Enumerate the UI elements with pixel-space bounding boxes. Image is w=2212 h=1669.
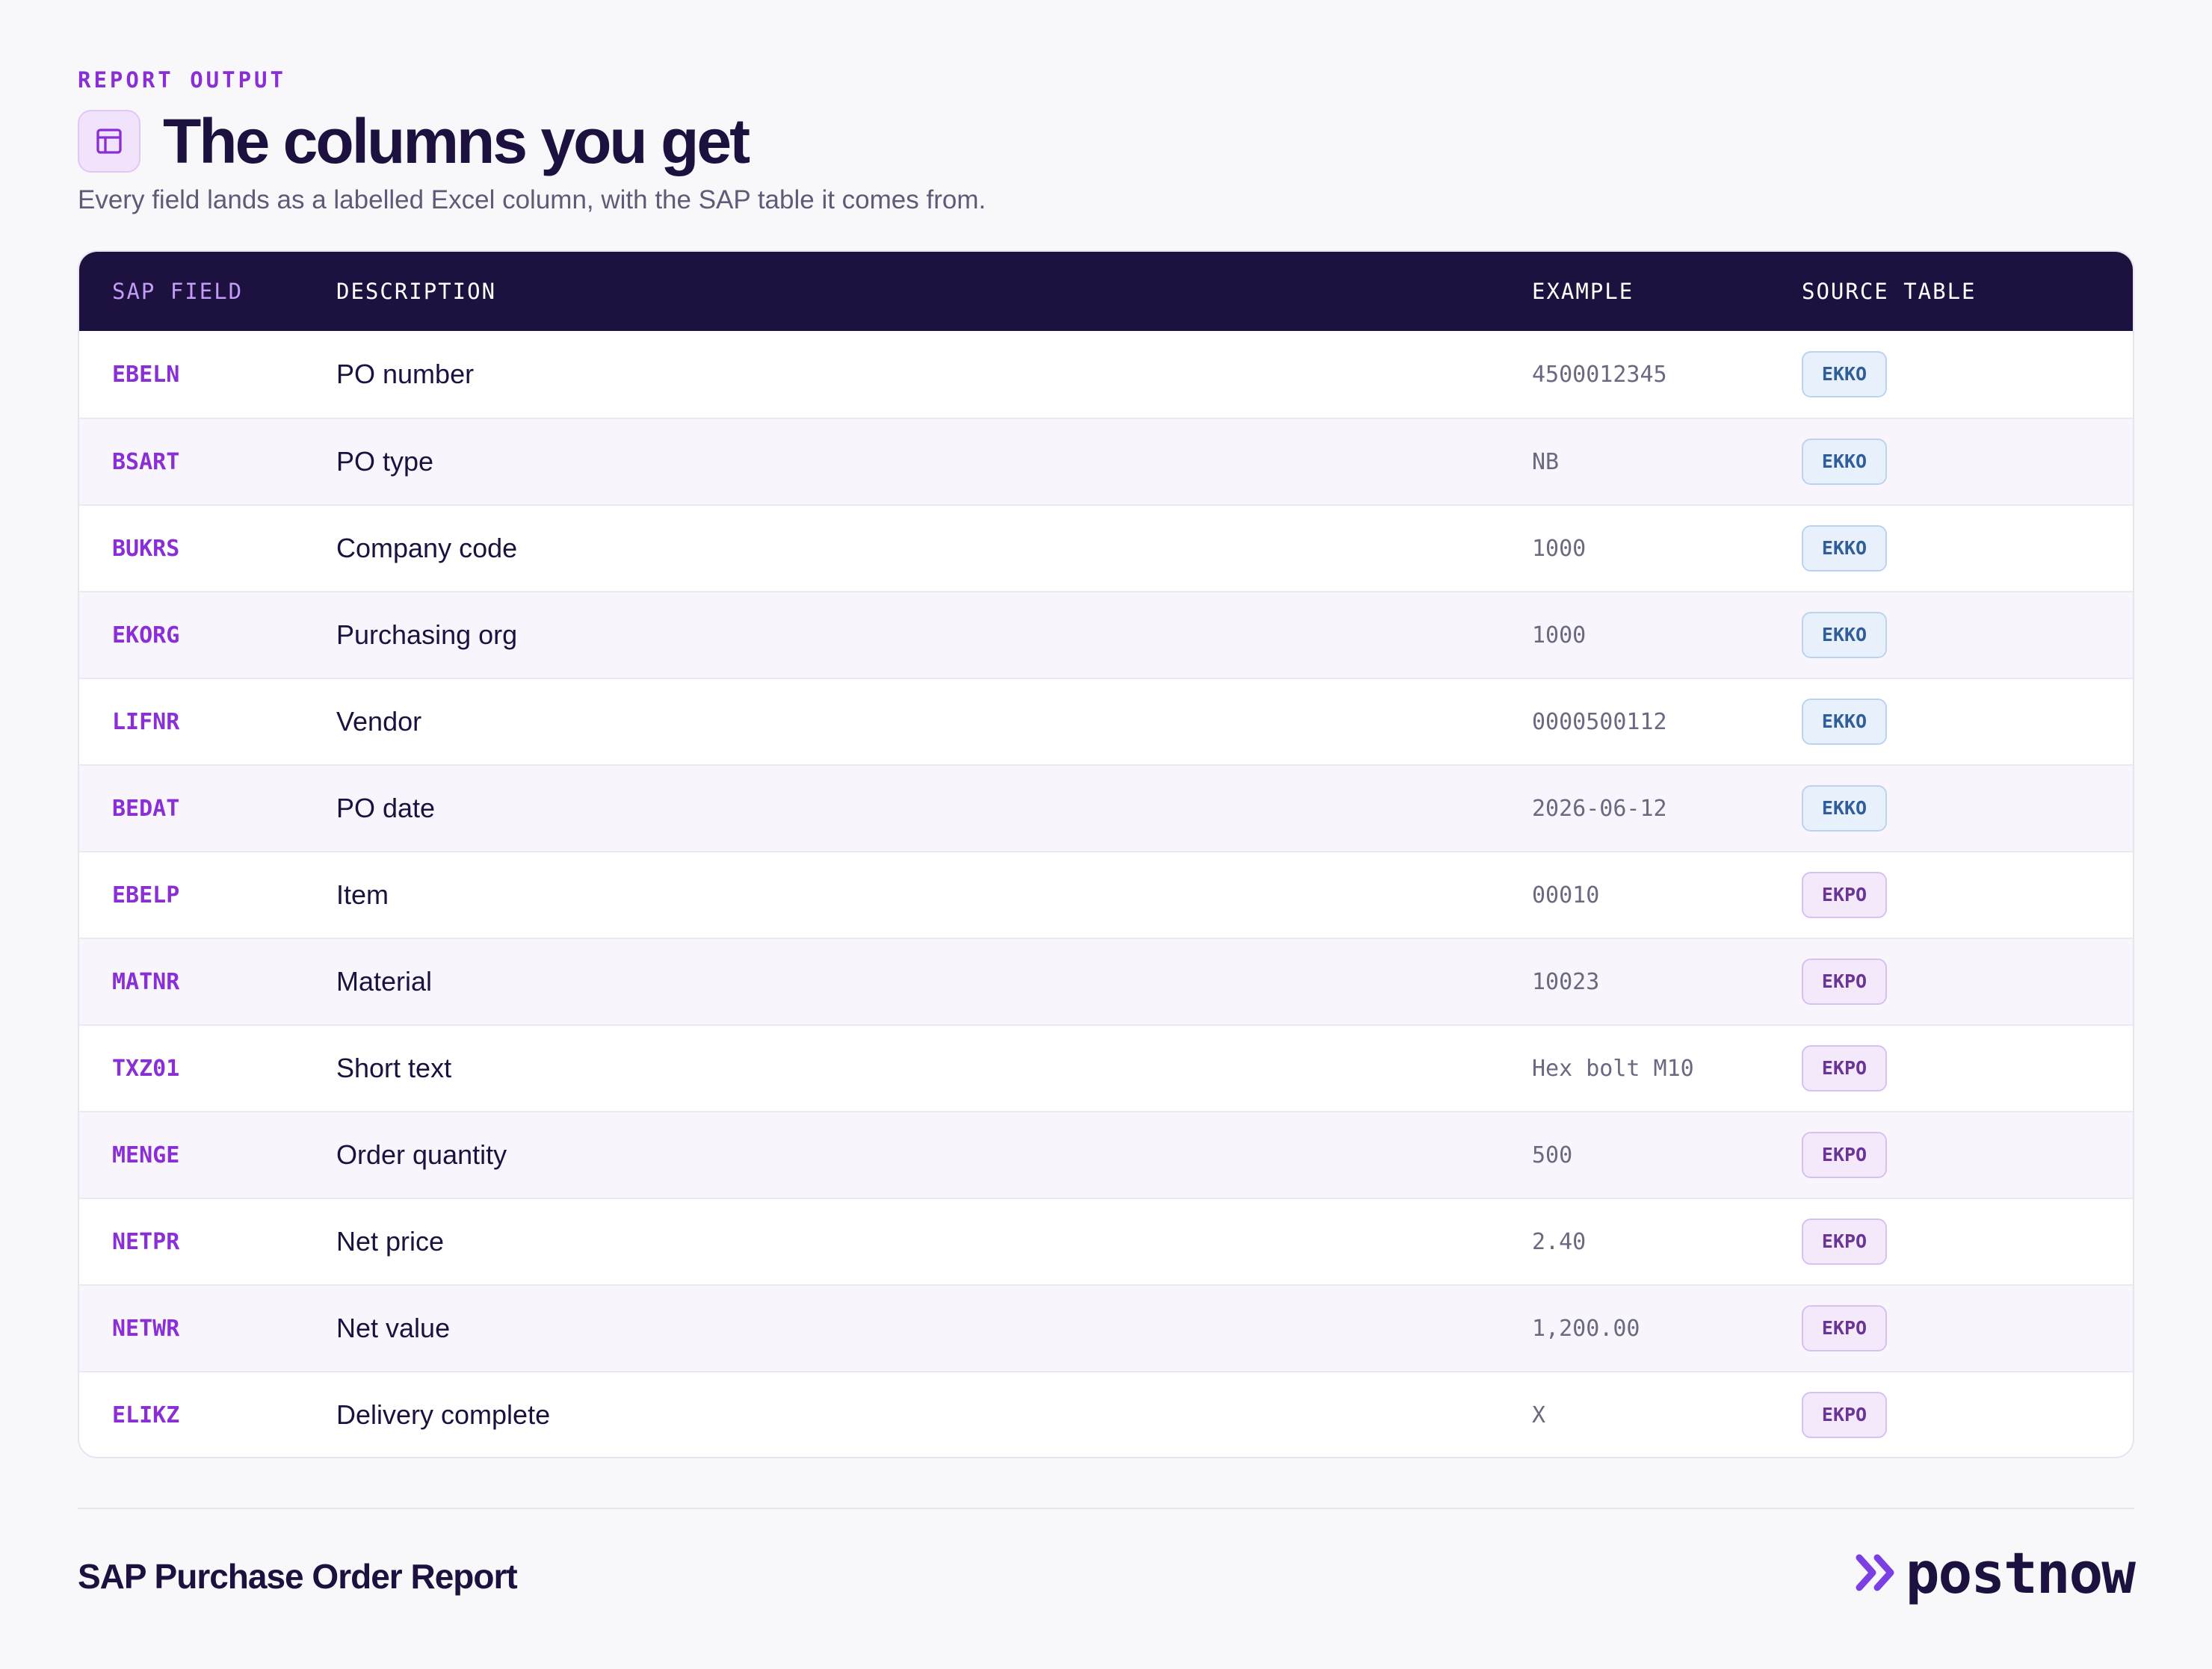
table-row: ELIKZ Delivery complete X EKPO <box>79 1371 2133 1457</box>
example-value: 10023 <box>1532 968 1600 995</box>
field-description: Company code <box>336 533 518 563</box>
table-row: BUKRS Company code 1000 EKKO <box>79 504 2133 591</box>
source-table-badge: EKPO <box>1802 1305 1887 1351</box>
source-table-badge: EKPO <box>1802 1392 1887 1438</box>
table-header: SAP FIELD DESCRIPTION EXAMPLE SOURCE TAB… <box>79 252 2133 331</box>
field-description: Vendor <box>336 706 422 737</box>
sap-field-code: MENGE <box>112 1142 180 1168</box>
field-description: Delivery complete <box>336 1399 551 1430</box>
column-header-example: EXAMPLE <box>1532 279 1634 304</box>
page-subtitle: Every field lands as a labelled Excel co… <box>78 185 986 214</box>
source-table-badge: EKKO <box>1802 351 1887 397</box>
source-table-badge: EKPO <box>1802 1219 1887 1265</box>
footer-divider <box>78 1508 2134 1509</box>
sap-field-code: ELIKZ <box>112 1402 180 1428</box>
double-chevron-right-icon <box>1856 1554 1894 1591</box>
example-value: 1000 <box>1532 535 1587 562</box>
example-value: 1,200.00 <box>1532 1315 1640 1342</box>
sap-field-code: NETWR <box>112 1315 180 1342</box>
field-description: Net price <box>336 1226 445 1257</box>
sap-field-code: MATNR <box>112 968 180 995</box>
field-description: Order quantity <box>336 1139 507 1170</box>
source-table-badge: EKKO <box>1802 525 1887 572</box>
sap-field-code: BEDAT <box>112 795 180 822</box>
field-description: Material <box>336 966 433 997</box>
field-description: Purchasing org <box>336 619 518 650</box>
sap-field-code: NETPR <box>112 1228 180 1255</box>
postnow-logo: postnow <box>1855 1539 2136 1606</box>
columns-table: SAP FIELD DESCRIPTION EXAMPLE SOURCE TAB… <box>78 250 2134 1458</box>
field-description: PO type <box>336 446 434 477</box>
table-row: EKORG Purchasing org 1000 EKKO <box>79 591 2133 678</box>
field-description: Item <box>336 879 389 910</box>
example-value: X <box>1532 1402 1546 1428</box>
table-row: EBELN PO number 4500012345 EKKO <box>79 331 2133 418</box>
source-table-badge: EKKO <box>1802 785 1887 832</box>
sap-field-code: LIFNR <box>112 708 180 735</box>
source-table-badge: EKPO <box>1802 872 1887 918</box>
example-value: NB <box>1532 448 1560 475</box>
source-table-badge: EKPO <box>1802 1132 1887 1178</box>
table-row: BEDAT PO date 2026-06-12 EKKO <box>79 764 2133 851</box>
sap-field-code: EBELN <box>112 361 180 388</box>
sap-field-code: EBELP <box>112 882 180 908</box>
column-header-source-table: SOURCE TABLE <box>1802 279 1977 304</box>
source-table-badge: EKKO <box>1802 439 1887 485</box>
column-header-description: DESCRIPTION <box>336 279 497 304</box>
page-title: The columns you get <box>163 106 750 176</box>
table-layout-icon <box>78 110 140 173</box>
table-row: TXZ01 Short text Hex bolt M10 EKPO <box>79 1024 2133 1111</box>
table-row: BSART PO type NB EKKO <box>79 418 2133 504</box>
field-description: PO date <box>336 793 436 823</box>
table-row: EBELP Item 00010 EKPO <box>79 851 2133 938</box>
table-row: MATNR Material 10023 EKPO <box>79 938 2133 1024</box>
field-description: Net value <box>336 1313 451 1343</box>
table-body: EBELN PO number 4500012345 EKKO BSART PO type… <box>79 331 2133 1457</box>
source-table-badge: EKKO <box>1802 699 1887 745</box>
example-value: 1000 <box>1532 622 1587 648</box>
column-header-sap-field: SAP FIELD <box>112 279 244 304</box>
example-value: 0000500112 <box>1532 708 1667 735</box>
table-row: NETWR Net value 1,200.00 EKPO <box>79 1284 2133 1371</box>
source-table-badge: EKPO <box>1802 959 1887 1005</box>
field-description: PO number <box>336 359 475 389</box>
example-value: 00010 <box>1532 882 1600 908</box>
title-row: The columns you get <box>78 106 750 176</box>
example-value: 4500012345 <box>1532 361 1667 388</box>
example-value: 2026-06-12 <box>1532 795 1667 822</box>
table-row: LIFNR Vendor 0000500112 EKKO <box>79 678 2133 764</box>
table-row: MENGE Order quantity 500 EKPO <box>79 1111 2133 1198</box>
eyebrow-label: REPORT OUTPUT <box>78 67 286 93</box>
field-description: Short text <box>336 1053 452 1083</box>
example-value: 2.40 <box>1532 1228 1587 1255</box>
brand-wordmark: postnow <box>1905 1539 2136 1606</box>
source-table-badge: EKPO <box>1802 1045 1887 1091</box>
sap-field-code: BUKRS <box>112 535 180 562</box>
report-name: SAP Purchase Order Report <box>78 1557 518 1596</box>
sap-field-code: BSART <box>112 448 180 475</box>
example-value: 500 <box>1532 1142 1573 1168</box>
source-table-badge: EKKO <box>1802 612 1887 658</box>
sap-field-code: EKORG <box>112 622 180 648</box>
sap-field-code: TXZ01 <box>112 1055 180 1082</box>
table-row: NETPR Net price 2.40 EKPO <box>79 1198 2133 1284</box>
example-value: Hex bolt M10 <box>1532 1055 1694 1082</box>
